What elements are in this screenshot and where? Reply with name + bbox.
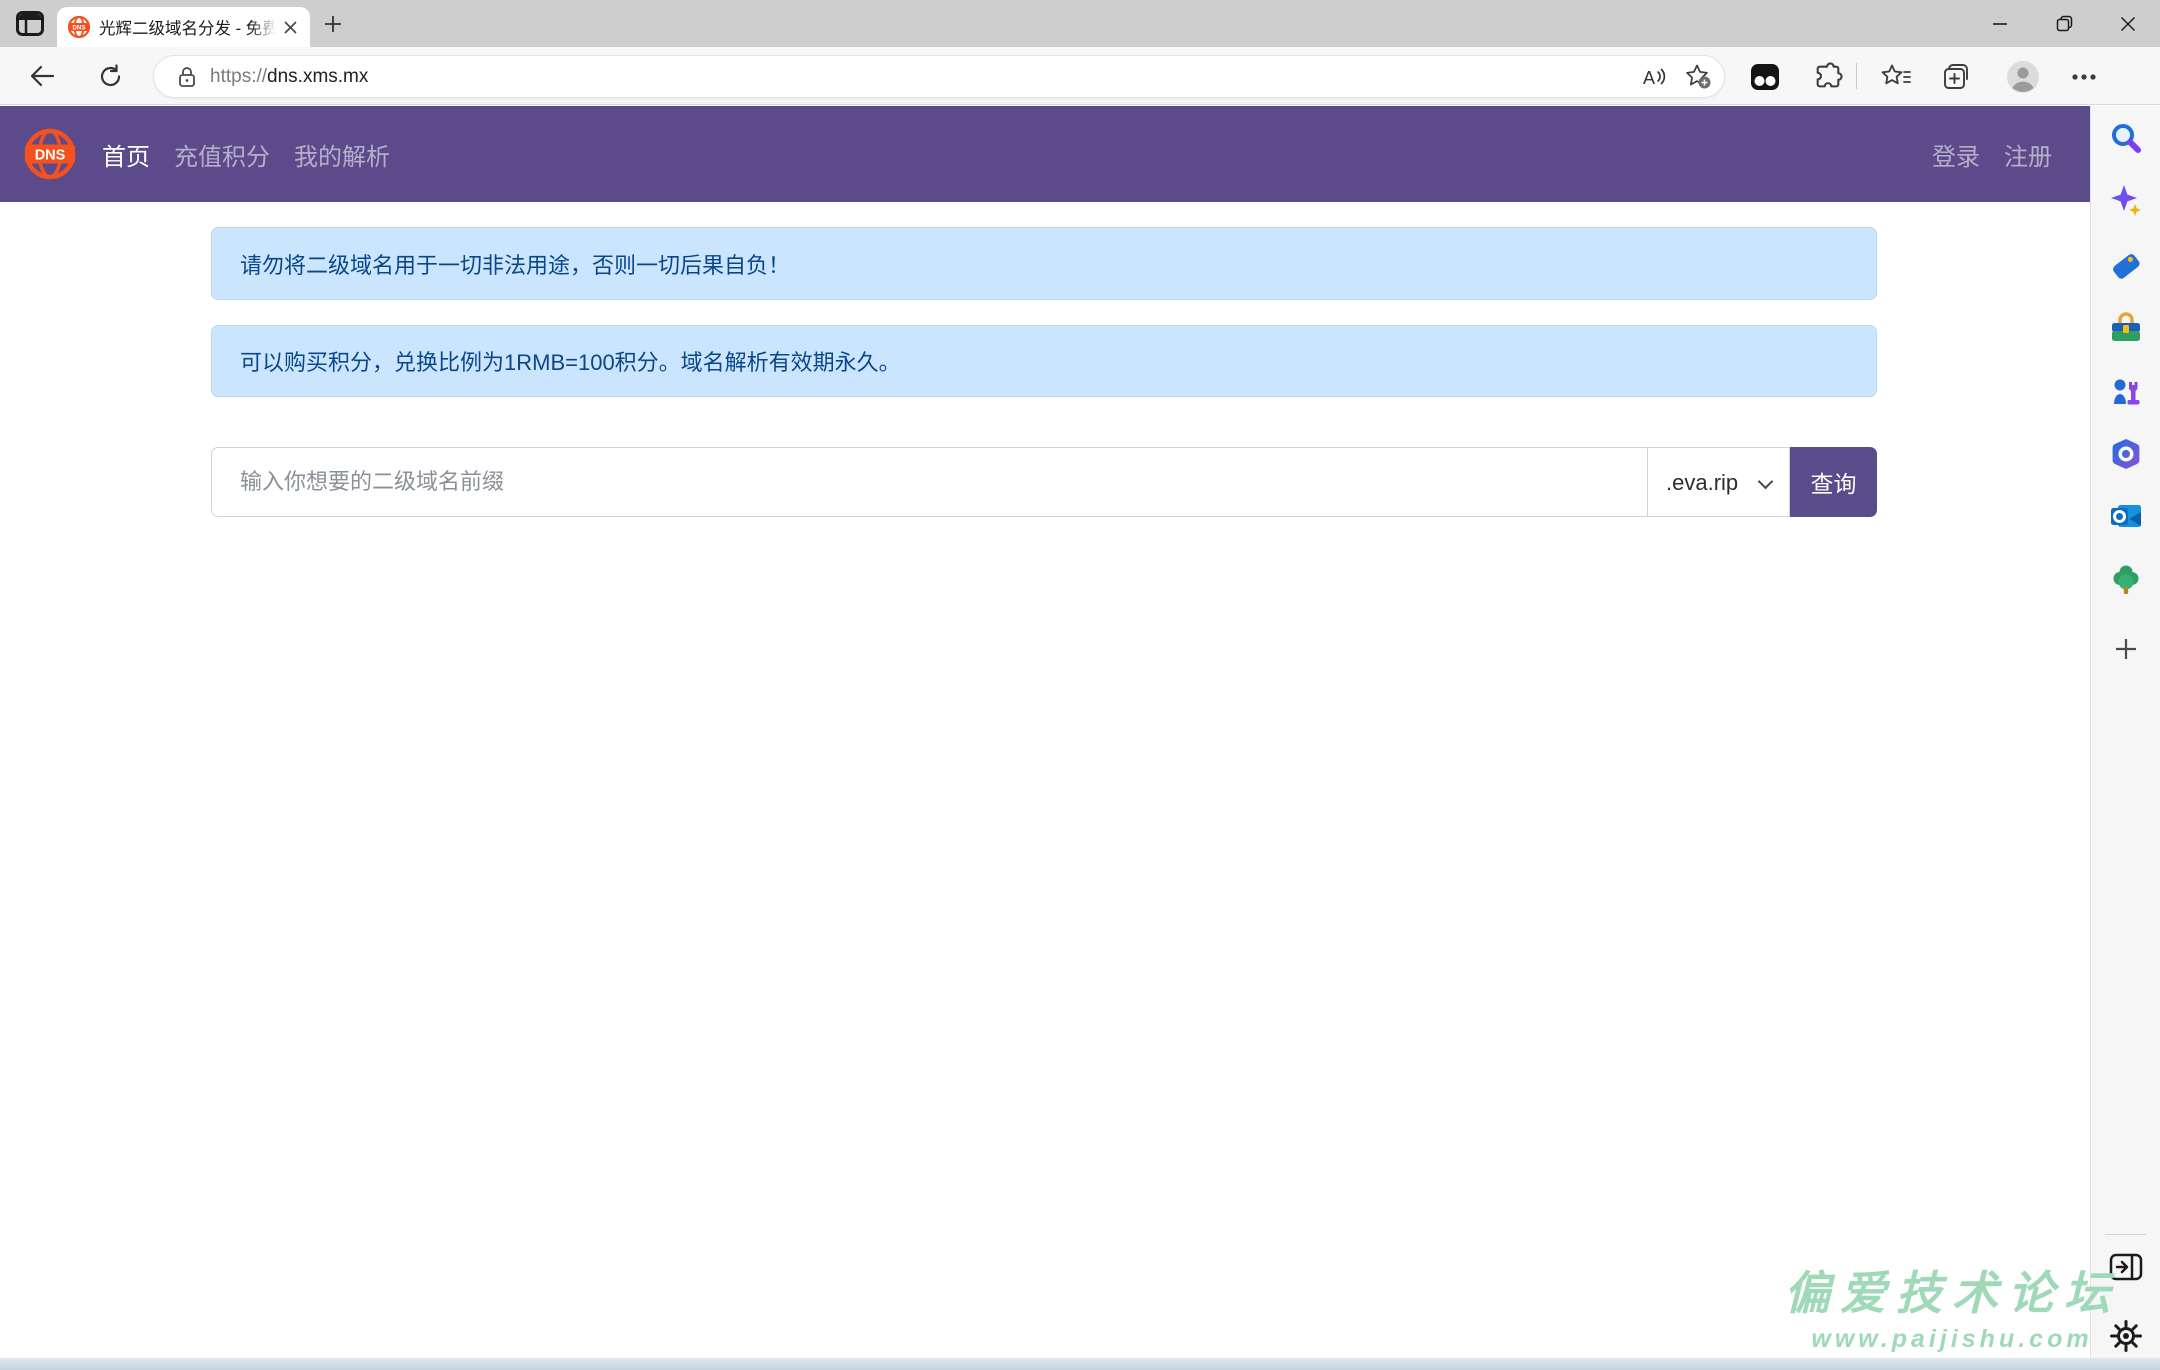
url-scheme: https:// xyxy=(210,66,267,87)
svg-text:A: A xyxy=(1643,68,1655,88)
edge-sidebar xyxy=(2090,106,2160,1358)
site-logo-icon[interactable]: DNS xyxy=(24,128,76,180)
sidebar-tools-icon[interactable] xyxy=(2108,311,2144,347)
url-host: dns.xms.mx xyxy=(267,66,368,87)
url-text: https://dns.xms.mx xyxy=(210,66,1636,88)
auth-links: 登录 注册 xyxy=(1932,137,2052,172)
refresh-icon[interactable] xyxy=(90,56,130,96)
sidebar-games-icon[interactable] xyxy=(2108,373,2144,409)
window-controls xyxy=(1968,0,2160,47)
tab-close-icon[interactable] xyxy=(278,15,302,39)
warning-alert: 请勿将二级域名用于一切非法用途，否则一切后果自负！ xyxy=(211,227,1877,300)
tab-title: 光辉二级域名分发 - 免费二级域名 xyxy=(99,15,276,39)
main-container: 请勿将二级域名用于一切非法用途，否则一切后果自负！ 可以购买积分，兑换比例为1R… xyxy=(211,106,1877,1262)
sidebar-divider xyxy=(2105,1234,2146,1235)
profile-avatar[interactable] xyxy=(2003,57,2043,97)
lock-icon xyxy=(178,66,196,88)
new-tab-icon[interactable] xyxy=(320,11,346,37)
domain-search-group: .eva.rip 查询 xyxy=(211,447,1877,517)
sidebar-outlook-icon[interactable] xyxy=(2108,498,2144,534)
tab-strip: DNS 光辉二级域名分发 - 免费二级域名 xyxy=(0,0,2160,47)
nav-link-home[interactable]: 首页 xyxy=(102,137,150,172)
address-bar[interactable]: https://dns.xms.mx A xyxy=(153,55,1725,98)
points-info-alert: 可以购买积分，兑换比例为1RMB=100积分。域名解析有效期永久。 xyxy=(211,325,1877,397)
browser-window: DNS 光辉二级域名分发 - 免费二级域名 xyxy=(0,0,2160,1370)
web-page: DNS 首页 充值积分 我的解析 登录 注册 请勿将二级域名用于一切非法用途，否… xyxy=(0,106,2090,1358)
sidebar-search-icon[interactable] xyxy=(2108,120,2144,156)
browser-essentials-icon[interactable] xyxy=(1745,57,1785,97)
query-button[interactable]: 查询 xyxy=(1790,447,1877,517)
restore-button[interactable] xyxy=(2032,0,2096,47)
sidebar-settings-gear-icon[interactable] xyxy=(2108,1318,2144,1354)
sidebar-collapse-icon[interactable] xyxy=(2108,1249,2144,1285)
settings-more-icon[interactable] xyxy=(2064,57,2104,97)
collections-icon[interactable] xyxy=(1936,57,1976,97)
site-favicon-icon: DNS xyxy=(68,16,90,38)
domain-prefix-input[interactable] xyxy=(211,447,1647,517)
favorites-icon[interactable] xyxy=(1876,57,1916,97)
toolbar-divider xyxy=(1856,63,1857,89)
browser-tab[interactable]: DNS 光辉二级域名分发 - 免费二级域名 xyxy=(57,7,310,47)
browser-toolbar: https://dns.xms.mx A xyxy=(0,47,2160,105)
close-window-button[interactable] xyxy=(2096,0,2160,47)
svg-text:DNS: DNS xyxy=(35,148,66,164)
points-info-alert-text: 可以购买积分，兑换比例为1RMB=100积分。域名解析有效期永久。 xyxy=(240,345,901,377)
extensions-puzzle-icon[interactable] xyxy=(1808,57,1848,97)
sidebar-copilot-icon[interactable] xyxy=(2108,183,2144,219)
svg-text:DNS: DNS xyxy=(72,24,85,31)
login-link[interactable]: 登录 xyxy=(1932,137,1980,172)
tld-select[interactable]: .eva.rip xyxy=(1648,448,1789,516)
warning-alert-text: 请勿将二级域名用于一切非法用途，否则一切后果自负！ xyxy=(240,248,790,280)
tab-actions-menu-icon[interactable] xyxy=(16,11,44,36)
tld-select-wrap: .eva.rip xyxy=(1647,447,1790,517)
minimize-button[interactable] xyxy=(1968,0,2032,47)
sidebar-shopping-icon[interactable] xyxy=(2108,248,2144,284)
back-icon[interactable] xyxy=(22,56,62,96)
read-aloud-icon[interactable]: A xyxy=(1636,59,1672,95)
sidebar-tree-icon[interactable] xyxy=(2108,562,2144,598)
add-favorite-icon[interactable] xyxy=(1680,59,1716,95)
bottom-edge-strip xyxy=(0,1358,2160,1370)
sidebar-add-icon[interactable] xyxy=(2108,631,2144,667)
register-link[interactable]: 注册 xyxy=(2004,137,2052,172)
sidebar-microsoft365-icon[interactable] xyxy=(2108,436,2144,472)
